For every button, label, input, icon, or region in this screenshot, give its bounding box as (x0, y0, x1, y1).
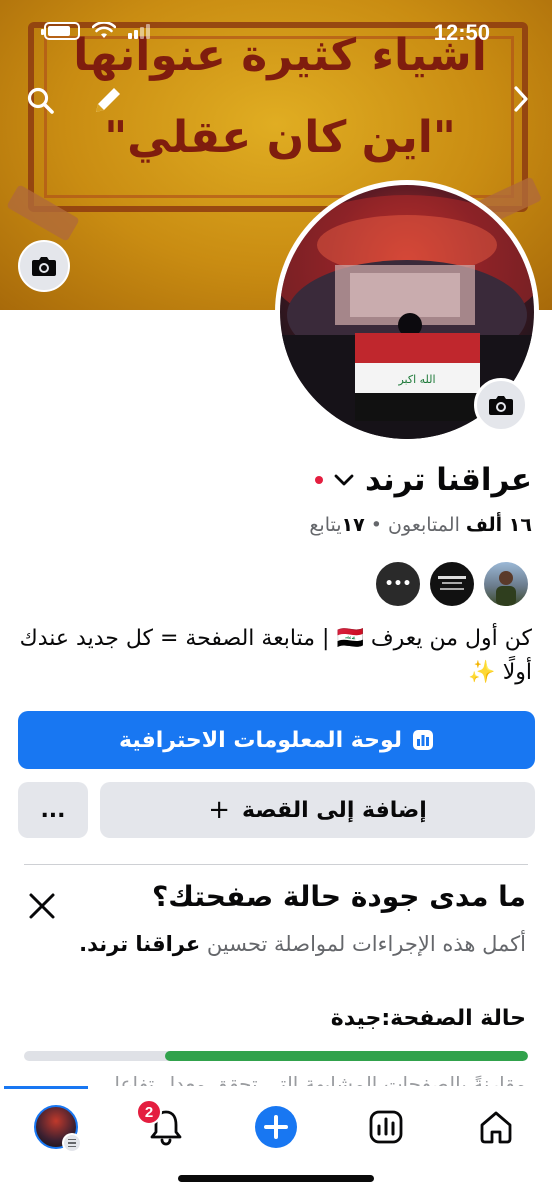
follower-avatar (428, 560, 476, 608)
notifications-badge: 2 (136, 1099, 162, 1125)
add-to-story-button[interactable]: إضافة إلى القصة + (100, 782, 535, 838)
insights-icon (369, 1110, 403, 1144)
search-icon (27, 87, 54, 114)
status-icons (41, 22, 150, 40)
tab-insights[interactable] (356, 1104, 416, 1150)
profile-avatar-icon (34, 1105, 82, 1153)
follower-stats[interactable]: ١٦ ألف المتابعون • ١٧يتابع (309, 514, 532, 536)
follower-avatars[interactable]: ••• (374, 560, 530, 608)
next-button[interactable] (506, 82, 536, 116)
stats-separator: • (370, 514, 382, 536)
page-quality-progress (24, 1051, 528, 1061)
wifi-icon (92, 22, 116, 38)
svg-text:الله اكبر: الله اكبر (397, 373, 435, 386)
avatar-camera-button[interactable] (474, 378, 528, 432)
pencil-icon (96, 88, 120, 112)
camera-icon (32, 257, 56, 276)
followers-count: ١٦ ألف (465, 514, 532, 536)
followers-label: المتابعون (388, 514, 460, 536)
cellular-signal-icon (128, 23, 150, 39)
page-quality-progress-fill (165, 1051, 528, 1061)
quality-desc-text: أكمل هذه الإجراءات لمواصلة تحسين (206, 932, 526, 956)
notification-dot (315, 476, 324, 484)
divider (24, 864, 528, 865)
more-followers-avatar: ••• (374, 560, 422, 608)
plus-circle-icon (255, 1106, 297, 1148)
page-status: حالة الصفحة:جيدة (330, 1006, 526, 1031)
add-story-label: إضافة إلى القصة (241, 797, 427, 823)
page-quality-title: ما مدى جودة حالة صفحتك؟ (152, 880, 526, 913)
status-time: 12:50 (433, 20, 490, 45)
search-button[interactable] (24, 84, 58, 118)
page-quality-description: أكمل هذه الإجراءات لمواصلة تحسين عراقنا … (26, 928, 526, 960)
following-count: ١٧ (341, 514, 365, 536)
dashboard-icon (413, 730, 434, 750)
tab-profile[interactable] (26, 1104, 86, 1153)
close-button[interactable] (26, 890, 58, 922)
page-name: عراقنا ترند (365, 462, 532, 498)
close-icon (29, 893, 55, 919)
page-name-row[interactable]: عراقنا ترند (315, 462, 532, 498)
page-bio: كن أول من يعرف 🇮🇶 | متابعة الصفحة = كل ج… (19, 626, 532, 685)
plus-icon: + (208, 795, 230, 825)
following-label: يتابع (309, 514, 342, 536)
dashboard-label: لوحة المعلومات الاحترافية (119, 727, 403, 753)
tab-create[interactable] (246, 1104, 306, 1150)
home-indicator (178, 1175, 374, 1182)
professional-dashboard-button[interactable]: لوحة المعلومات الاحترافية (18, 711, 535, 769)
edit-button[interactable] (88, 80, 128, 120)
home-icon (480, 1111, 512, 1144)
active-tab-indicator (4, 1086, 88, 1089)
more-options-button[interactable]: ... (18, 782, 88, 838)
camera-icon (489, 396, 513, 415)
cover-camera-button[interactable] (18, 240, 70, 292)
tab-home[interactable] (466, 1104, 526, 1150)
chevron-down-icon[interactable] (333, 473, 355, 487)
battery-icon (41, 22, 80, 40)
chevron-right-icon (514, 86, 528, 112)
status-bar: 12:50 (0, 0, 552, 64)
quality-desc-page: عراقنا ترند. (79, 932, 201, 956)
follower-avatar (482, 560, 530, 608)
